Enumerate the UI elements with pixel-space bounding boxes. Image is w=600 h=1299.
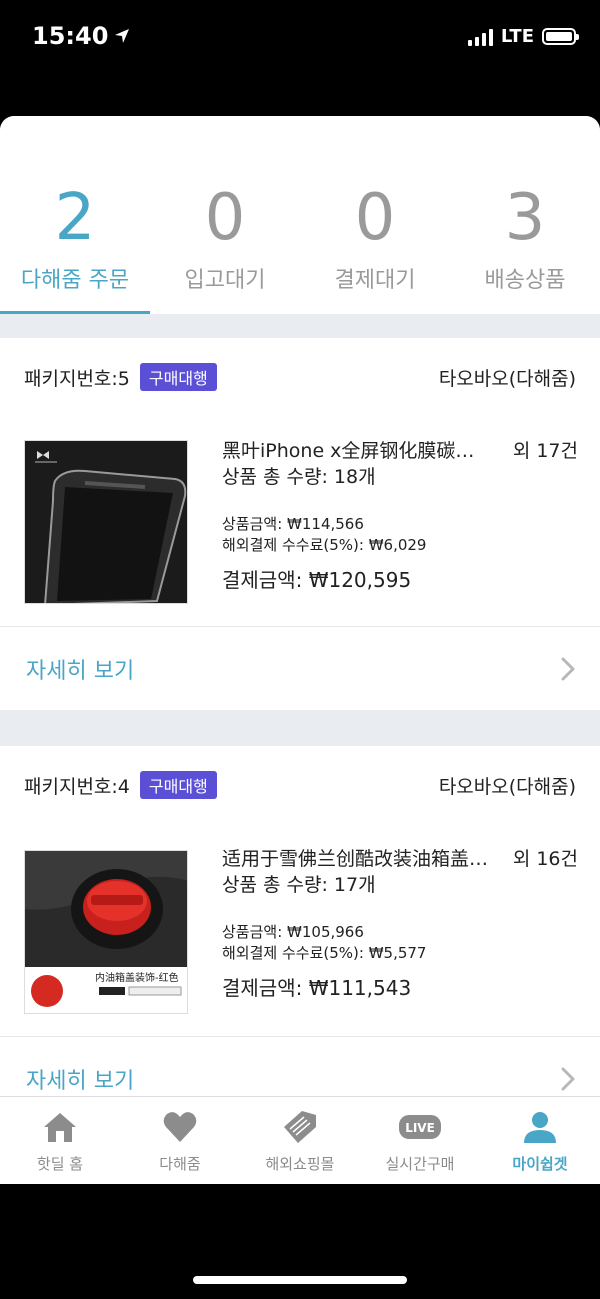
total-quantity: 상품 총 수량: 17개 bbox=[222, 874, 376, 896]
chevron-right-icon bbox=[561, 657, 575, 681]
payment-total: 결제금액: ₩111,543 bbox=[222, 976, 412, 1000]
tabbar-label: 다해줌 bbox=[159, 1155, 201, 1173]
product-amount: 상품금액: ₩105,966 bbox=[222, 923, 364, 941]
overseas-fee: 해외결제 수수료(5%): ₩5,577 bbox=[222, 944, 427, 962]
tab-count: 2 bbox=[54, 181, 96, 255]
package-number: 패키지번호:4 bbox=[24, 775, 130, 798]
product-title[interactable]: 黑叶iPhone x全屏钢化膜碳… bbox=[222, 438, 505, 464]
signal-icon bbox=[467, 28, 493, 46]
view-details-link[interactable]: 자세히 보기 bbox=[26, 1063, 134, 1095]
tab-count: 3 bbox=[504, 181, 546, 255]
product-title[interactable]: 适用于雪佛兰创酷改装油箱盖… bbox=[222, 846, 505, 872]
tabbar-item-dahaejum[interactable]: 다해줌 bbox=[120, 1097, 240, 1185]
purchase-agency-badge: 구매대행 bbox=[139, 363, 217, 391]
status-indicators: LTE bbox=[467, 26, 579, 47]
tabbar-label: 해외쇼핑몰 bbox=[265, 1155, 335, 1173]
tab-label: 결제대기 bbox=[334, 268, 416, 293]
order-card-header: 패키지번호:5 구매대행 타오바오(다해줌) bbox=[24, 362, 576, 392]
order-info: 黑叶iPhone x全屏钢化膜碳… 외 17건 상품 총 수량: 18개 상품금… bbox=[222, 438, 578, 594]
order-status-tabs: 2 다해줌 주문 0 입고대기 0 결제대기 3 배송상품 bbox=[0, 116, 600, 314]
view-details-row[interactable]: 자세히 보기 bbox=[0, 627, 600, 711]
location-arrow-icon bbox=[115, 29, 130, 43]
live-icon-text: LIVE bbox=[405, 1121, 435, 1135]
tabbar-item-live-purchase[interactable]: LIVE 실시간구매 bbox=[360, 1097, 480, 1185]
product-thumbnail[interactable]: 内油箱盖装饰-红色 bbox=[24, 850, 188, 1014]
tab-shipping[interactable]: 3 배송상품 bbox=[450, 116, 600, 314]
tag-icon bbox=[284, 1111, 316, 1143]
live-icon: LIVE bbox=[399, 1115, 441, 1139]
product-amount: 상품금액: ₩114,566 bbox=[222, 515, 364, 533]
screen-protector-image bbox=[25, 441, 187, 603]
package-number: 패키지번호:5 bbox=[24, 367, 130, 390]
tab-awaiting-arrival[interactable]: 0 입고대기 bbox=[150, 116, 300, 314]
payment-total: 결제금액: ₩120,595 bbox=[222, 568, 412, 592]
tabbar-item-overseas-mall[interactable]: 해외쇼핑몰 bbox=[240, 1097, 360, 1185]
tabbar-label: 실시간구매 bbox=[385, 1155, 455, 1173]
total-quantity: 상품 총 수량: 18개 bbox=[222, 466, 376, 488]
heart-icon bbox=[163, 1112, 197, 1142]
shop-name: 타오바오(다해줌) bbox=[438, 367, 576, 390]
time-text: 15:40 bbox=[32, 22, 109, 50]
product-title-row: 适用于雪佛兰创酷改装油箱盖… 외 16건 bbox=[222, 846, 578, 872]
chevron-right-icon bbox=[561, 1067, 575, 1091]
tab-dahaejum-order[interactable]: 2 다해줌 주문 bbox=[0, 116, 150, 314]
tab-label: 다해줌 주문 bbox=[20, 268, 130, 293]
tab-label: 입고대기 bbox=[184, 268, 266, 293]
home-icon bbox=[44, 1113, 76, 1142]
tabbar-label: 마이쉽겟 bbox=[512, 1155, 568, 1173]
order-card: 패키지번호:5 구매대행 타오바오(다해줌) 黑叶iPhone x全屏钢化膜碳…… bbox=[0, 338, 600, 710]
order-screen: 2 다해줌 주문 0 입고대기 0 결제대기 3 배송상품 패키지번호:5 구매… bbox=[0, 116, 600, 1184]
tabbar-item-my-shipget[interactable]: 마이쉽겟 bbox=[480, 1097, 600, 1185]
status-bar: 15:40 LTE bbox=[0, 0, 600, 80]
battery-icon bbox=[542, 28, 579, 45]
order-info: 适用于雪佛兰创酷改装油箱盖… 외 16건 상품 총 수량: 17개 상품금액: … bbox=[222, 846, 578, 1002]
tab-count: 0 bbox=[354, 181, 396, 255]
tab-label: 배송상품 bbox=[484, 268, 566, 293]
tabbar-item-hotdeal-home[interactable]: 핫딜 홈 bbox=[0, 1097, 120, 1185]
view-details-link[interactable]: 자세히 보기 bbox=[26, 653, 134, 685]
extra-items-count: 외 17건 bbox=[512, 440, 578, 462]
bottom-tab-bar: 핫딜 홈 다해줌 해외쇼핑몰 LIVE 실시간구매 마이쉽겟 bbox=[0, 1096, 600, 1184]
overseas-fee: 해외결제 수수료(5%): ₩6,029 bbox=[222, 536, 427, 554]
tab-awaiting-payment[interactable]: 0 결제대기 bbox=[300, 116, 450, 314]
home-indicator[interactable] bbox=[193, 1276, 407, 1284]
home-bar bbox=[0, 1184, 600, 1299]
tabbar-label: 핫딜 홈 bbox=[36, 1155, 84, 1173]
extra-items-count: 외 16건 bbox=[512, 848, 578, 870]
fuel-cap-image bbox=[25, 851, 187, 1013]
thumbnail-caption: 内油箱盖装饰-红色 bbox=[95, 973, 179, 984]
person-icon bbox=[524, 1112, 556, 1143]
product-thumbnail[interactable] bbox=[24, 440, 188, 604]
tab-count: 0 bbox=[204, 181, 246, 255]
network-type: LTE bbox=[500, 26, 534, 47]
purchase-agency-badge: 구매대행 bbox=[139, 771, 217, 799]
shop-name: 타오바오(다해줌) bbox=[438, 775, 576, 798]
order-card-header: 패키지번호:4 구매대행 타오바오(다해줌) bbox=[24, 770, 576, 800]
status-time: 15:40 bbox=[32, 22, 130, 50]
product-title-row: 黑叶iPhone x全屏钢化膜碳… 외 17건 bbox=[222, 438, 578, 464]
